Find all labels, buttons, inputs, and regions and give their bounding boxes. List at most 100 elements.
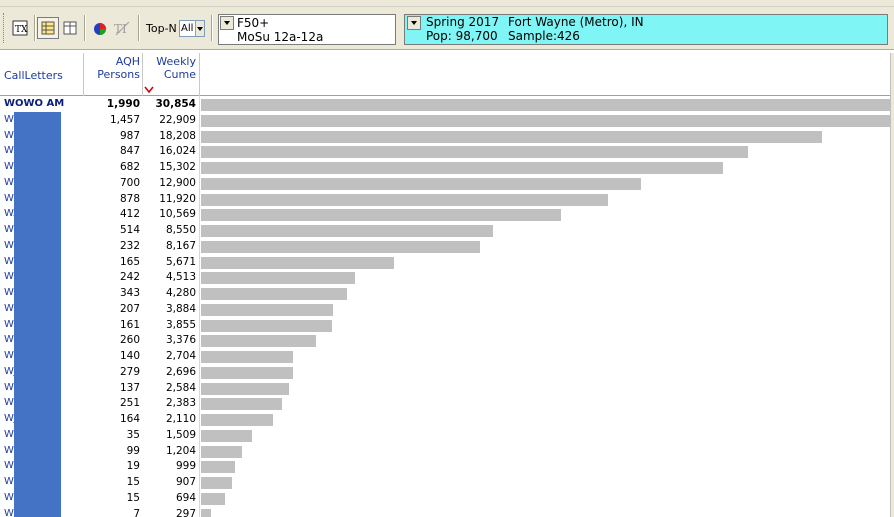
- table-row[interactable]: WZ 251 2,383: [0, 396, 890, 412]
- table-row[interactable]: WJ 279 2,696: [0, 365, 890, 381]
- table-row[interactable]: WI 99 1,204: [0, 444, 890, 460]
- cell-aqh-persons: 232: [119, 239, 140, 252]
- cell-weekly-cume: 11,920: [159, 192, 196, 205]
- cell-weekly-cume: 297: [175, 507, 196, 517]
- sort-descending-icon: [144, 86, 154, 94]
- header-callletters[interactable]: CallLetters: [4, 69, 63, 82]
- grid-view-icon[interactable]: [37, 17, 59, 39]
- cell-weekly-cume: 1,509: [165, 428, 196, 441]
- cume-bar: [201, 492, 225, 505]
- cume-bar: [201, 146, 748, 159]
- table-row[interactable]: WI 682 15,302: [0, 160, 890, 176]
- cell-weekly-cume: 3,855: [165, 318, 196, 331]
- cume-bar: [201, 508, 212, 517]
- cell-weekly-cume: 3,884: [165, 302, 196, 315]
- cell-weekly-cume: 694: [175, 491, 196, 504]
- cell-weekly-cume: 4,280: [165, 287, 196, 299]
- column-separator[interactable]: [199, 53, 200, 96]
- chevron-down-icon[interactable]: [220, 16, 234, 30]
- cell-weekly-cume: 8,167: [165, 239, 196, 252]
- table-row[interactable]: WZ 514 8,550: [0, 223, 890, 239]
- table-row[interactable]: WI 207 3,884: [0, 302, 890, 318]
- header-cume-line1: Weekly: [156, 55, 196, 68]
- cell-weekly-cume: 4,513: [165, 271, 196, 284]
- table-row[interactable]: WI 242 4,513: [0, 270, 890, 286]
- table-row[interactable]: WA 412 10,569: [0, 207, 890, 223]
- cume-bar: [201, 209, 562, 222]
- cell-weekly-cume: 10,569: [159, 208, 196, 221]
- header-aqh-line2: Persons: [97, 68, 140, 81]
- toolbar-separator: [34, 15, 36, 41]
- cell-weekly-cume: 22,909: [159, 113, 196, 126]
- cell-weekly-cume: 2,110: [165, 413, 196, 425]
- cell-weekly-cume: 15,302: [159, 161, 196, 173]
- table-row[interactable]: WI 343 4,280: [0, 286, 890, 302]
- cell-aqh-persons: 682: [119, 161, 140, 173]
- topn-value: All: [181, 23, 194, 34]
- pie-chart-icon[interactable]: [89, 17, 111, 39]
- toolbar-separator: [84, 15, 86, 41]
- cell-weekly-cume: 12,900: [159, 176, 196, 189]
- cume-bar: [201, 114, 890, 127]
- vertical-scrollbar[interactable]: [890, 53, 894, 517]
- svg-text:TX: TX: [15, 25, 28, 35]
- demo-selector[interactable]: F50+ MoSu 12a-12a: [218, 14, 396, 45]
- market-name: Fort Wayne (Metro), IN: [508, 15, 644, 29]
- table-row[interactable]: WI 232 8,167: [0, 239, 890, 255]
- table-row[interactable]: WI 140 2,704: [0, 349, 890, 365]
- cume-bar: [201, 319, 333, 332]
- grid-header: CallLetters AQH Persons Weekly Cume: [0, 53, 894, 96]
- cell-weekly-cume: 5,671: [165, 255, 196, 268]
- toolbar-top-strip: [0, 0, 894, 7]
- table-row[interactable]: WI 19 999: [0, 459, 890, 475]
- cell-weekly-cume: 907: [175, 476, 196, 488]
- table-row[interactable]: WI 987 18,208: [0, 129, 890, 145]
- cell-aqh-persons: 279: [119, 365, 140, 378]
- cell-aqh-persons: 242: [119, 271, 140, 284]
- svg-text:TI: TI: [114, 22, 127, 36]
- cell-aqh-persons: 847: [119, 145, 140, 158]
- table-row[interactable]: WJ 164 2,110: [0, 412, 890, 428]
- cell-aqh-persons: 987: [119, 129, 140, 142]
- table-row[interactable]: WY 137 2,584: [0, 381, 890, 397]
- cell-aqh-persons: 7: [133, 507, 140, 517]
- cume-bar: [201, 162, 723, 174]
- topn-select[interactable]: All: [179, 20, 205, 37]
- table-row[interactable]: WOWO AM 1,990 30,854: [0, 97, 890, 113]
- chevron-down-icon[interactable]: [407, 16, 421, 30]
- table-view-icon[interactable]: [59, 17, 81, 39]
- chevron-down-icon[interactable]: [195, 21, 204, 36]
- cell-weekly-cume: 1,204: [165, 444, 196, 457]
- table-row[interactable]: WI 260 3,376: [0, 333, 890, 349]
- cell-aqh-persons: 207: [119, 302, 140, 315]
- cume-bar: [201, 130, 823, 143]
- table-row[interactable]: WI 15 694: [0, 491, 890, 507]
- cell-weekly-cume: 3,376: [165, 334, 196, 347]
- table-row[interactable]: WI 165 5,671: [0, 255, 890, 271]
- cume-bar: [201, 177, 641, 190]
- table-row[interactable]: WI 700 12,900: [0, 176, 890, 192]
- toolbar-grip[interactable]: [3, 13, 6, 43]
- cell-weekly-cume: 2,584: [165, 381, 196, 394]
- text-report-icon[interactable]: TX: [9, 17, 31, 39]
- demo-line1: F50+: [237, 16, 270, 30]
- table-row[interactable]: WO 847 16,024: [0, 144, 890, 160]
- table-row[interactable]: WI 1,457 22,909: [0, 113, 890, 129]
- cume-bar: [201, 351, 294, 363]
- cell-aqh-persons: 1,457: [109, 113, 140, 126]
- table-row[interactable]: WI 7 297: [0, 507, 890, 517]
- ti-icon[interactable]: TI: [111, 17, 133, 39]
- header-aqh-persons[interactable]: AQH Persons: [84, 55, 140, 81]
- cell-weekly-cume: 8,550: [165, 224, 196, 236]
- table-row[interactable]: WI 35 1,509: [0, 428, 890, 444]
- table-row[interactable]: WI 161 3,855: [0, 318, 890, 334]
- cell-weekly-cume: 16,024: [159, 145, 196, 158]
- header-weekly-cume[interactable]: Weekly Cume: [143, 55, 196, 81]
- market-selector[interactable]: Spring 2017 Fort Wayne (Metro), IN Pop: …: [404, 14, 888, 45]
- cell-aqh-persons: 343: [119, 287, 140, 299]
- table-row[interactable]: WI 878 11,920: [0, 192, 890, 208]
- cume-bar: [201, 398, 283, 411]
- cell-callletters[interactable]: WOWO AM: [4, 98, 64, 109]
- table-row[interactable]: WI 15 907: [0, 475, 890, 491]
- cume-bar: [201, 366, 293, 379]
